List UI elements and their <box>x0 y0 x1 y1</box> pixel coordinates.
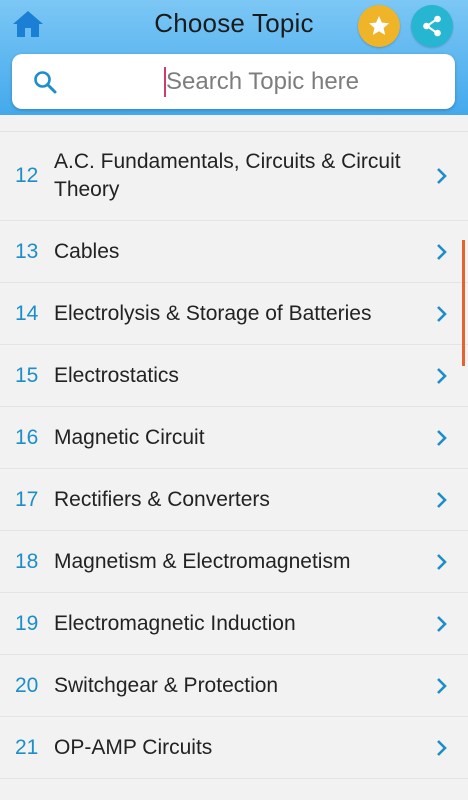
topic-number: 16 <box>15 425 39 449</box>
chevron-right-icon <box>434 166 450 186</box>
topic-label: Rectifiers & Converters <box>54 487 270 511</box>
topic-row[interactable]: 12 A.C. Fundamentals, Circuits & Circuit… <box>0 132 468 221</box>
topic-row[interactable]: 16 Magnetic Circuit <box>0 407 468 469</box>
chevron-right-icon <box>434 490 450 510</box>
topic-row[interactable]: 13 Cables <box>0 221 468 283</box>
topic-row[interactable]: 15 Electrostatics <box>0 345 468 407</box>
star-icon <box>369 16 389 35</box>
topic-number: 13 <box>15 239 39 263</box>
topic-row[interactable]: 14 Electrolysis & Storage of Batteries <box>0 283 468 345</box>
favorites-button[interactable] <box>358 5 400 47</box>
topic-number: 21 <box>15 735 39 759</box>
topic-row[interactable]: 17 Rectifiers & Converters <box>0 469 468 531</box>
topic-label: A.C. Fundamentals, Circuits & Circuit Th… <box>54 150 401 201</box>
topic-label: Switchgear & Protection <box>54 673 279 697</box>
topic-row[interactable]: 19 Electromagnetic Induction <box>0 593 468 655</box>
topic-label: Electrolysis & Storage of Batteries <box>54 301 372 325</box>
chevron-right-icon <box>434 552 450 572</box>
topic-number: 17 <box>15 487 39 511</box>
topic-number: 19 <box>15 611 39 635</box>
topic-list[interactable]: 12 A.C. Fundamentals, Circuits & Circuit… <box>0 131 468 800</box>
topic-label: Cables <box>54 239 120 263</box>
app-header: Choose Topic <box>0 0 468 115</box>
chevron-right-icon <box>434 242 450 262</box>
chevron-right-icon <box>434 304 450 324</box>
chevron-right-icon <box>434 676 450 696</box>
chevron-right-icon <box>434 366 450 386</box>
chevron-right-icon <box>434 738 450 758</box>
topic-row[interactable]: 20 Switchgear & Protection <box>0 655 468 717</box>
topic-number: 15 <box>15 363 39 387</box>
topic-number: 14 <box>15 301 39 325</box>
scrollbar-thumb[interactable] <box>462 240 465 366</box>
chevron-right-icon <box>434 428 450 448</box>
topic-number: 18 <box>15 549 39 573</box>
search-icon <box>34 71 57 94</box>
search-input[interactable] <box>166 62 446 102</box>
topic-label: OP-AMP Circuits <box>54 735 213 759</box>
topic-label: Electrostatics <box>54 363 179 387</box>
topic-row[interactable]: 21 OP-AMP Circuits <box>0 717 468 779</box>
share-button[interactable] <box>411 5 453 47</box>
topic-number: 12 <box>15 164 39 187</box>
search-bar[interactable] <box>12 54 455 109</box>
share-icon <box>423 15 441 37</box>
topic-label: Magnetic Circuit <box>54 425 205 449</box>
chevron-right-icon <box>434 614 450 634</box>
topic-label: Electromagnetic Induction <box>54 611 296 635</box>
topic-row[interactable]: 18 Magnetism & Electromagnetism <box>0 531 468 593</box>
topic-label: Magnetism & Electromagnetism <box>54 549 351 573</box>
topic-number: 20 <box>15 673 39 697</box>
